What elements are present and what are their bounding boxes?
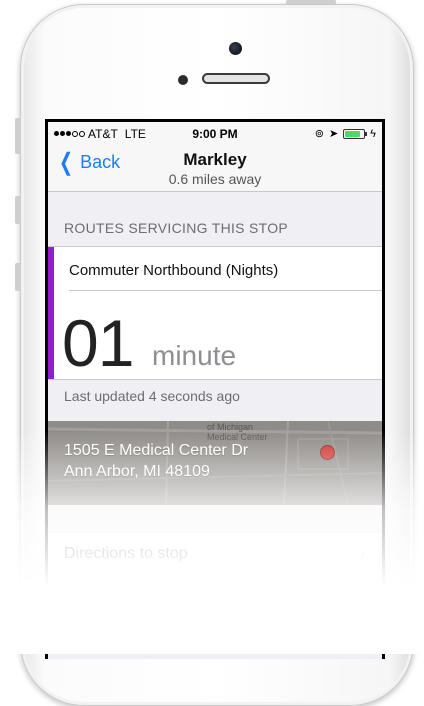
navigation-bar: ❮ Back Markley 0.6 miles away xyxy=(48,146,382,192)
directions-row[interactable]: Directions to stop › xyxy=(48,532,382,578)
page-title: Markley xyxy=(183,150,247,169)
earpiece-speaker xyxy=(202,73,270,84)
volume-down-button xyxy=(15,263,21,291)
front-camera xyxy=(229,42,242,55)
directions-label: Directions to stop xyxy=(64,545,188,562)
map-label-line2: Medical Center xyxy=(207,432,268,442)
proximity-sensor xyxy=(178,75,188,85)
volume-up-button xyxy=(15,196,21,224)
location-arrow-icon: ➤ xyxy=(328,128,339,140)
power-button xyxy=(286,0,336,4)
mute-switch xyxy=(15,118,21,154)
address-line-1: 1505 E Medical Center Dr xyxy=(64,442,249,459)
route-card[interactable]: Commuter Northbound (Nights) 01 minute xyxy=(48,246,382,380)
route-name: Commuter Northbound (Nights) xyxy=(69,262,279,279)
map-pin-icon xyxy=(320,445,335,460)
page-subtitle: 0.6 miles away xyxy=(168,171,262,187)
stop-map[interactable]: of Michigan Medical Center 1505 E Medica… xyxy=(48,421,382,505)
chevron-right-icon: › xyxy=(360,544,366,564)
battery-icon xyxy=(343,128,368,139)
divider xyxy=(69,290,382,291)
eta-value: 01 xyxy=(62,306,134,380)
last-updated-text: Last updated 4 seconds ago xyxy=(64,388,240,404)
screen: AT&T LTE 9:00 PM ⊚ ➤ ϟ ❮ Back Markley 0.… xyxy=(45,119,385,659)
charging-bolt-icon: ϟ xyxy=(370,127,376,140)
app-display: AT&T LTE 9:00 PM ⊚ ➤ ϟ ❮ Back Markley 0.… xyxy=(48,122,382,659)
address-line-2: Ann Arbor, MI 48109 xyxy=(64,463,210,480)
status-right: ⊚ ➤ ϟ xyxy=(314,127,376,141)
map-place-label: of Michigan Medical Center xyxy=(207,422,268,442)
route-color-bar xyxy=(48,247,54,379)
eta-unit: minute xyxy=(152,340,237,371)
map-label-line1: of Michigan xyxy=(207,422,254,432)
routes-section-header: ROUTES SERVICING THIS STOP xyxy=(64,220,289,236)
status-bar: AT&T LTE 9:00 PM ⊚ ➤ ϟ xyxy=(48,122,382,146)
lock-rotation-icon: ⊚ xyxy=(314,128,324,140)
